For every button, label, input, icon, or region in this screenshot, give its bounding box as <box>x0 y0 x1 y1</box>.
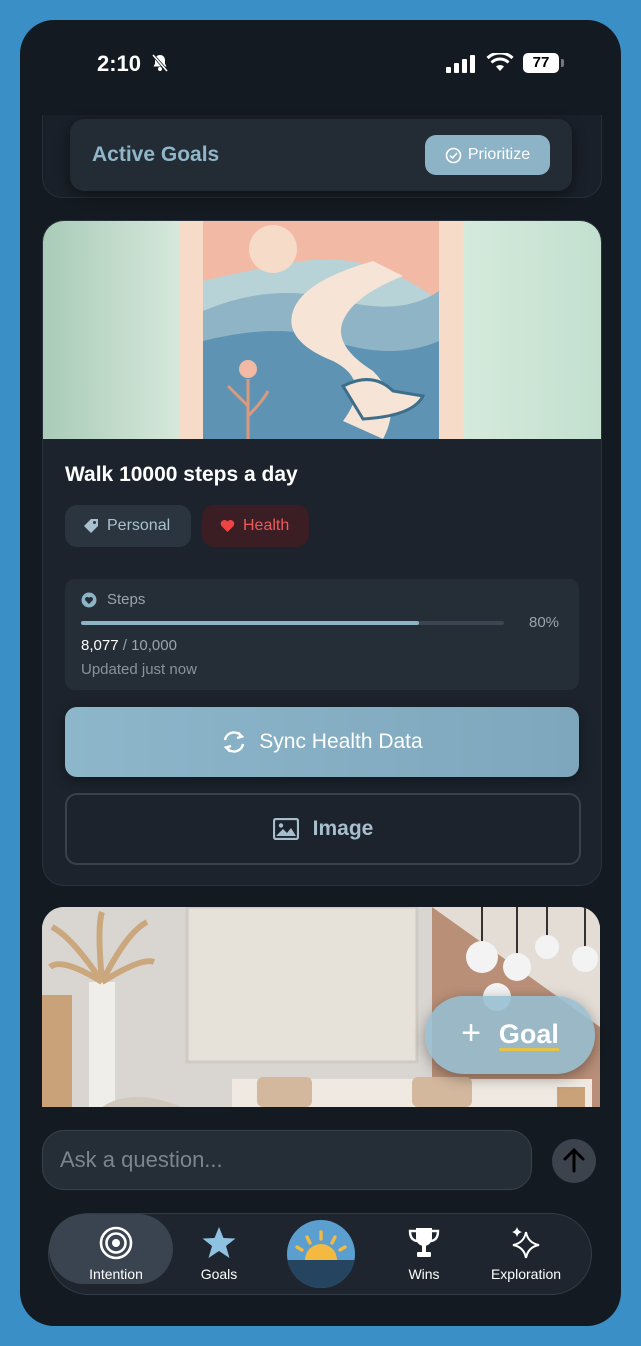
image-button[interactable]: Image <box>65 793 581 865</box>
status-time: 2:10 <box>97 51 142 76</box>
step-count-separator: / <box>122 637 132 654</box>
step-count: 8,077 / 10,000 <box>81 637 177 654</box>
wifi-icon <box>486 53 514 71</box>
image-label: Image <box>312 817 374 840</box>
add-goal-label: Goal <box>498 1018 559 1051</box>
nav-label-goals: Goals <box>200 1266 238 1282</box>
page-title: Active Goals <box>92 143 220 166</box>
active-goals-header: Active Goals Prioritize <box>70 119 572 191</box>
progress-percent: 80% <box>529 614 560 631</box>
sparkles-icon <box>512 1227 540 1259</box>
tag-health-label: Health <box>243 517 290 534</box>
sync-health-data-button[interactable]: Sync Health Data <box>65 707 579 777</box>
image-icon <box>272 818 299 840</box>
nav-item-goals[interactable]: Goals <box>164 1214 274 1294</box>
bottom-navigation: Intention Goals Wins Exploration <box>48 1213 592 1295</box>
star-icon <box>202 1227 236 1258</box>
prioritize-label: Prioritize <box>467 146 531 163</box>
metric-label: Steps <box>107 591 146 608</box>
nav-item-wins[interactable]: Wins <box>369 1214 479 1294</box>
nav-label-intention: Intention <box>89 1266 143 1282</box>
steps-progress-panel: Steps 80% 8,077 / 10,000 Updated just no… <box>65 579 579 690</box>
target-icon <box>99 1226 133 1260</box>
trophy-icon <box>408 1228 440 1257</box>
sunrise-icon <box>287 1220 355 1288</box>
goal-title: Walk 10000 steps a day <box>65 463 298 486</box>
tag-personal-label: Personal <box>107 517 171 534</box>
status-bar: 2:10 77 <box>20 20 621 100</box>
goal-card: Walk 10000 steps a day Personal Health S… <box>42 220 602 886</box>
nav-item-home[interactable] <box>287 1220 355 1288</box>
updated-status: Updated just now <box>81 661 197 678</box>
cellular-signal-icon <box>446 55 475 73</box>
battery-tip <box>561 59 564 67</box>
nav-item-intention[interactable]: Intention <box>61 1214 171 1294</box>
heart-icon <box>220 520 235 532</box>
ask-question-input[interactable]: Ask a question... <box>42 1130 532 1190</box>
nav-label-exploration: Exploration <box>490 1266 562 1282</box>
prioritize-button[interactable]: Prioritize <box>425 135 550 175</box>
send-button[interactable] <box>552 1139 596 1183</box>
sync-icon <box>224 731 245 753</box>
heart-shield-icon <box>81 592 97 608</box>
tag-personal[interactable]: Personal <box>65 505 191 547</box>
add-goal-button[interactable]: + Goal <box>425 996 595 1074</box>
silent-bell-icon <box>151 54 169 72</box>
progress-bar <box>81 621 504 625</box>
phone-screen: 2:10 77 Active Goals Prioritize Walk 100… <box>20 20 621 1326</box>
arrow-up-icon <box>563 1147 585 1173</box>
sync-label: Sync Health Data <box>259 730 423 753</box>
plus-icon: + <box>461 1013 481 1052</box>
check-circle-icon <box>445 147 462 163</box>
step-count-target: 10,000 <box>131 637 177 654</box>
step-count-current: 8,077 <box>81 637 119 654</box>
nav-item-exploration[interactable]: Exploration <box>471 1214 581 1294</box>
battery-indicator: 77 <box>523 53 559 73</box>
goal-illustration[interactable] <box>43 221 601 439</box>
tag-health[interactable]: Health <box>202 505 309 547</box>
progress-bar-fill <box>81 621 420 625</box>
tag-icon <box>84 519 98 533</box>
nav-label-wins: Wins <box>408 1266 440 1282</box>
